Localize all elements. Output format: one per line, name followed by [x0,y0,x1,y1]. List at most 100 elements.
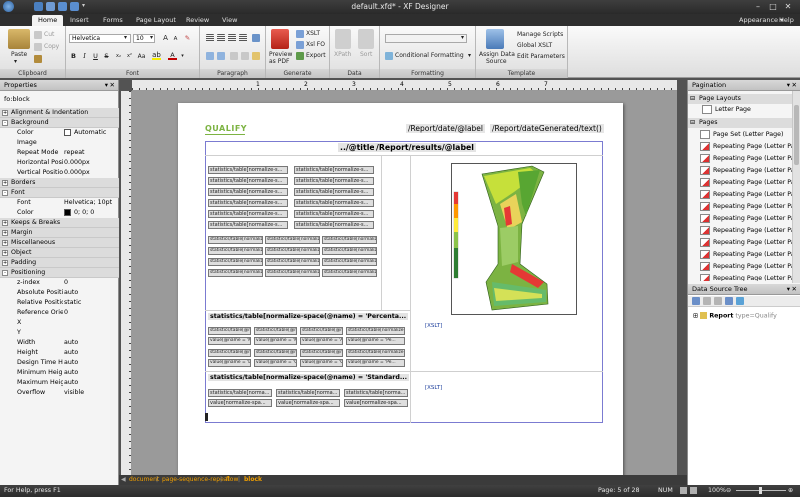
stat-cell-small[interactable]: statistics/table[normalize-spa... [346,349,405,357]
property-row[interactable]: Color 0; 0; 0 [0,208,119,218]
property-value[interactable]: Helvetica; 10pt [64,198,119,208]
property-value[interactable]: auto [64,378,119,388]
bold-button[interactable]: B [69,52,78,61]
property-value[interactable]: auto [64,368,119,378]
sort-button[interactable]: Sort [360,51,372,58]
percentage-table-heading[interactable]: statistics/table[normalize-space(@name) … [208,313,409,320]
collapse-all-icon[interactable] [714,297,722,305]
value-cell[interactable]: value[@name = 'D... [208,359,251,367]
stat-cell-small[interactable]: statistics/table[@n... [208,327,251,335]
filter-icon[interactable] [725,297,733,305]
expand-icon[interactable]: ⊞ [693,313,698,320]
property-row[interactable]: z-index 0 [0,278,119,288]
manage-scripts-button[interactable]: Manage Scripts [517,31,563,38]
pin-icon[interactable]: ▾ [105,80,108,91]
pin-icon[interactable]: ▾ [787,80,790,91]
pagination-close-icon[interactable]: ✕ [792,80,797,91]
breadcrumb-block[interactable]: block [244,475,262,485]
stat-cell-small[interactable]: statistics/table[@n... [208,349,251,357]
property-category[interactable]: + Borders [0,178,119,188]
zoom-in-icon[interactable]: ⊕ [788,485,793,497]
expand-icon[interactable]: + [2,110,8,116]
stat-cell[interactable]: statistics/table[normalize-s... [208,221,288,229]
property-row[interactable]: Relative Positio static [0,298,119,308]
conditional-formatting-dropdown-icon[interactable]: ▾ [468,52,471,59]
stat-cell-small[interactable]: statistics/table[normalize-space(@n... [265,258,320,266]
scrollbar-thumb[interactable] [794,105,799,165]
font-color-dropdown-icon[interactable]: ▾ [178,52,187,61]
borders-icon[interactable] [252,52,260,60]
edit-parameters-button[interactable]: Edit Parameters [517,53,565,60]
property-category[interactable]: - Font [0,188,119,198]
value-cell[interactable]: value[@name = 'Q... [254,359,297,367]
stat-cell[interactable]: statistics/table[norma... [208,389,272,397]
stat-cell-small[interactable]: statistics/table[@n... [254,327,297,335]
value-cell[interactable]: value[@name = 'A... [300,337,343,345]
xsl-fo-icon[interactable] [296,41,304,49]
zoom-slider-thumb[interactable] [759,487,762,494]
stat-cell-small[interactable]: statistics/table[normalize-space(@n... [265,269,320,277]
assign-data-source-button-line2[interactable]: Source [486,58,507,65]
stat-cell-small[interactable]: statistics/table[normalize-space(@n... [322,269,377,277]
decrease-indent-icon[interactable] [230,52,238,60]
font-color-icon[interactable]: A [168,51,177,60]
property-row[interactable]: Horizontal Posi 0.000px [0,158,119,168]
property-category[interactable]: + Padding [0,258,119,268]
property-value[interactable]: auto [64,338,119,348]
property-category[interactable]: - Positioning [0,268,119,278]
tab-forms[interactable]: Forms [97,15,129,26]
properties-close-icon[interactable]: ✕ [110,80,115,91]
page-list-item[interactable]: Repeating Page (Letter Page) [688,261,792,273]
tab-insert[interactable]: Insert [64,15,95,26]
pagination-scrollbar[interactable] [792,91,800,283]
subscript-button[interactable]: x₂ [114,52,123,61]
property-row[interactable]: Color Automatic [0,128,119,138]
copy-button[interactable]: Copy [44,43,59,50]
highlight-color-icon[interactable]: ab [152,51,161,60]
expand-icon[interactable]: + [2,220,8,226]
property-row[interactable]: Width auto [0,338,119,348]
line-spacing-icon[interactable] [252,34,260,42]
stat-cell-small[interactable]: statistics/table[normalize-space(@n... [208,258,263,266]
property-row[interactable]: Y [0,328,119,338]
value-cell[interactable]: value[@name = 'Pe... [346,359,405,367]
page-layouts-category[interactable]: ⊟ Page Layouts [688,94,800,104]
xslt-icon[interactable] [296,30,304,38]
property-category[interactable]: + Miscellaneous [0,238,119,248]
underline-button[interactable]: U [91,52,100,61]
xpath-icon[interactable] [335,29,351,49]
strikethrough-button[interactable]: S [102,52,111,61]
property-value[interactable]: 0 [64,308,119,318]
stat-cell-small[interactable]: statistics/table[@n... [254,349,297,357]
maximize-button[interactable]: □ [767,1,779,12]
stat-cell-small[interactable]: statistics/table[@n... [300,349,343,357]
export-button[interactable]: Export [306,52,326,59]
expand-icon[interactable]: + [2,240,8,246]
xslt-placeholder[interactable]: [XSLT] [425,323,442,329]
property-value[interactable]: 0.000px [64,158,119,168]
close-button[interactable]: ✕ [782,1,794,12]
stat-cell-small[interactable]: statistics/table[normalize-space(@n... [265,247,320,255]
collapse-icon[interactable]: - [2,120,8,126]
justify-icon[interactable] [239,34,247,42]
stat-cell-small[interactable]: statistics/table[normalize-space(@n... [322,247,377,255]
tab-page-layout[interactable]: Page Layout [130,15,182,26]
pdf-icon[interactable] [271,29,289,49]
stat-cell-small[interactable]: statistics/table[@n... [300,327,343,335]
help-menu[interactable]: Help ▾ [773,15,800,35]
value-cell[interactable]: value[@name = 'Max'] [254,337,297,345]
expand-icon[interactable]: + [2,180,8,186]
minimize-button[interactable]: – [752,1,764,12]
preview-button-line2[interactable]: as PDF [269,58,289,65]
collapse-icon[interactable]: - [2,270,8,276]
page-list-item[interactable]: Page Set (Letter Page) [688,129,792,141]
property-value[interactable]: visible [64,388,119,398]
value-cell[interactable]: value[normalize-spa... [344,399,408,407]
property-value[interactable]: static [64,298,119,308]
expand-all-icon[interactable] [703,297,711,305]
font-family-dropdown-icon[interactable]: ▾ [124,34,127,41]
tab-review[interactable]: Review [180,15,215,26]
property-value[interactable]: auto [64,348,119,358]
grow-font-icon[interactable]: A [161,34,170,43]
font-family-select[interactable]: Helvetica [69,34,131,43]
